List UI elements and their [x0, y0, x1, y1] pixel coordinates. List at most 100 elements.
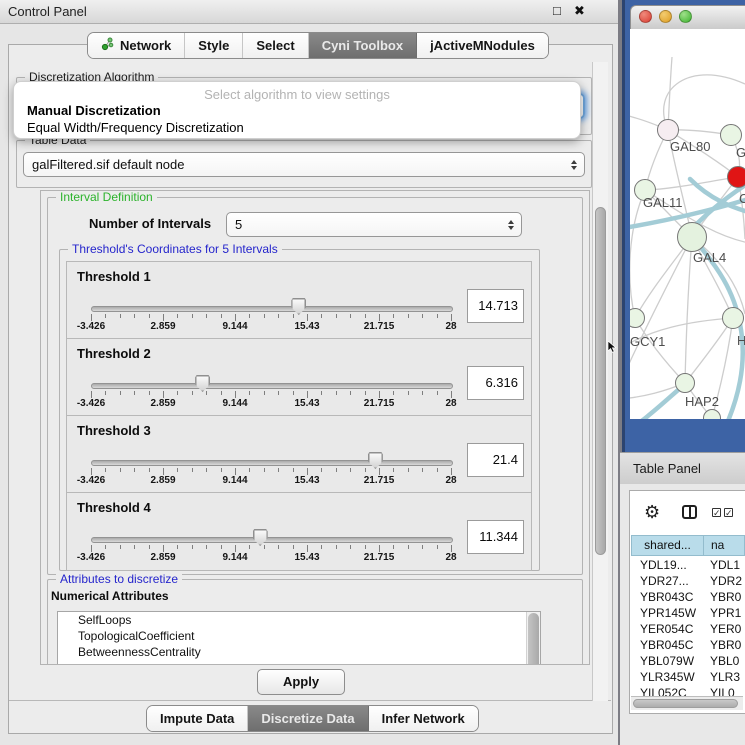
threshold-coordinates-label: Threshold's Coordinates for 5 Intervals [68, 242, 282, 256]
number-of-intervals-combobox[interactable]: 5 [226, 212, 522, 237]
slider-thumb[interactable] [195, 375, 210, 392]
tick-mark [336, 391, 337, 395]
table-horizontal-scrollbar[interactable] [631, 696, 743, 710]
tick-mark [321, 391, 322, 395]
column-header-shared[interactable]: shared... [631, 535, 704, 556]
tick-label: 9.144 [222, 475, 247, 486]
tick-label: 9.144 [222, 321, 247, 332]
threshold-title: Threshold 2 [77, 346, 151, 361]
table-row[interactable]: YBR043CYBR0 [631, 589, 745, 605]
tick-mark [408, 468, 409, 472]
table-row[interactable]: YDR27...YDR2 [631, 573, 745, 589]
slider-thumb[interactable] [253, 529, 268, 546]
node-table[interactable]: YDL19...YDL1YDR27...YDR2YBR043CYBR0YPR14… [631, 557, 745, 696]
tab-jactivemnodules[interactable]: jActiveMNodules [417, 33, 548, 58]
minimize-traffic-light-icon[interactable] [659, 10, 672, 23]
network-node[interactable] [720, 124, 742, 146]
table-row[interactable]: YIL052CYIL0 [631, 685, 745, 696]
list-item[interactable]: TopologicalCoefficient [58, 628, 540, 644]
table-row[interactable]: YDL19...YDL1 [631, 557, 745, 573]
tab-label: Cyni Toolbox [322, 38, 403, 53]
tick-mark [235, 314, 236, 321]
slider-thumb[interactable] [368, 452, 383, 469]
split-columns-icon[interactable] [682, 505, 697, 519]
close-icon[interactable]: ✖ [574, 3, 585, 19]
tick-mark [307, 314, 308, 321]
network-node-hap2[interactable] [675, 373, 695, 393]
algorithm-dropdown-popup: Select algorithm to view settings Manual… [13, 81, 581, 139]
threshold-value-field[interactable]: 11.344 [467, 520, 524, 554]
tick-mark [235, 391, 236, 398]
float-window-icon[interactable]: □ [553, 3, 561, 18]
tick-mark [134, 545, 135, 549]
table-row[interactable]: YLR345WYLR3 [631, 669, 745, 685]
slider-track[interactable] [91, 306, 453, 312]
table-row[interactable]: YBL079WYBL0 [631, 653, 745, 669]
slider-track[interactable] [91, 460, 453, 466]
tick-mark [249, 314, 250, 318]
tick-mark [264, 391, 265, 395]
table-row[interactable]: YER054CYER0 [631, 621, 745, 637]
tick-mark [149, 545, 150, 549]
tick-mark [408, 314, 409, 318]
tick-label: 28 [445, 475, 456, 486]
popup-option-manual-discretization[interactable]: Manual Discretization [27, 103, 161, 118]
tab-style[interactable]: Style [185, 33, 243, 58]
tick-mark [365, 545, 366, 549]
zoom-traffic-light-icon[interactable] [679, 10, 692, 23]
table-data-combobox[interactable]: galFiltered.sif default node [23, 152, 585, 177]
tick-mark [422, 468, 423, 472]
tick-mark [278, 468, 279, 472]
tab-select[interactable]: Select [243, 33, 308, 58]
network-node[interactable] [727, 166, 745, 188]
tick-mark [437, 468, 438, 472]
attributes-list-scrollbar[interactable] [526, 612, 540, 665]
slider-track[interactable] [91, 537, 453, 543]
network-node-gal4[interactable] [677, 222, 707, 252]
list-item[interactable]: SelfLoops [58, 612, 540, 628]
threshold-value-field[interactable]: 21.4 [467, 443, 524, 477]
tab-network[interactable]: Network [88, 33, 185, 58]
tab-infer-network[interactable]: Infer Network [369, 706, 478, 731]
list-item[interactable]: BetweennessCentrality [58, 644, 540, 660]
popup-option-equal-width[interactable]: Equal Width/Frequency Discretization [27, 120, 244, 135]
cell-name: YBR0 [710, 589, 741, 605]
checkbox-checked-icon[interactable]: ✓ [712, 508, 721, 517]
tab-cyni-toolbox[interactable]: Cyni Toolbox [309, 33, 417, 58]
scrollbar-thumb[interactable] [595, 207, 606, 555]
network-canvas[interactable]: GAL80GACGAL11GAL4GCY1HHAP2 [630, 29, 745, 419]
popup-placeholder: Select algorithm to view settings [14, 87, 580, 102]
tab-impute-data[interactable]: Impute Data [147, 706, 248, 731]
node-label-hap2: HAP2 [685, 394, 719, 409]
cell-name: YER0 [710, 621, 741, 637]
slider-thumb[interactable] [291, 298, 306, 315]
network-node-h[interactable] [722, 307, 744, 329]
threshold-title: Threshold 4 [77, 500, 151, 515]
tab-label: Select [256, 38, 294, 53]
checkbox-checked-icon[interactable]: ✓ [724, 508, 733, 517]
tick-mark [437, 314, 438, 318]
tab-discretize-data[interactable]: Discretize Data [248, 706, 368, 731]
main-scrollbar[interactable] [592, 62, 608, 701]
apply-button[interactable]: Apply [257, 669, 345, 695]
table-row[interactable]: YPR145WYPR1 [631, 605, 745, 621]
slider-track[interactable] [91, 383, 453, 389]
tick-mark [379, 468, 380, 475]
gear-icon[interactable]: ⚙ [644, 503, 660, 521]
tick-label: 28 [445, 552, 456, 563]
tick-mark [177, 468, 178, 472]
numerical-attributes-list[interactable]: SelfLoopsTopologicalCoefficientBetweenne… [57, 611, 541, 665]
close-traffic-light-icon[interactable] [639, 10, 652, 23]
tick-mark [120, 468, 121, 472]
network-node-gal80[interactable] [657, 119, 679, 141]
tick-mark [163, 468, 164, 475]
tick-mark [177, 545, 178, 549]
tick-mark [379, 391, 380, 398]
tick-mark [249, 468, 250, 472]
column-header-name[interactable]: na [703, 535, 745, 556]
threshold-value-field[interactable]: 6.316 [467, 366, 524, 400]
tick-mark [120, 545, 121, 549]
scrollbar-thumb[interactable] [633, 699, 738, 708]
threshold-value-field[interactable]: 14.713 [467, 289, 524, 323]
table-row[interactable]: YBR045CYBR0 [631, 637, 745, 653]
